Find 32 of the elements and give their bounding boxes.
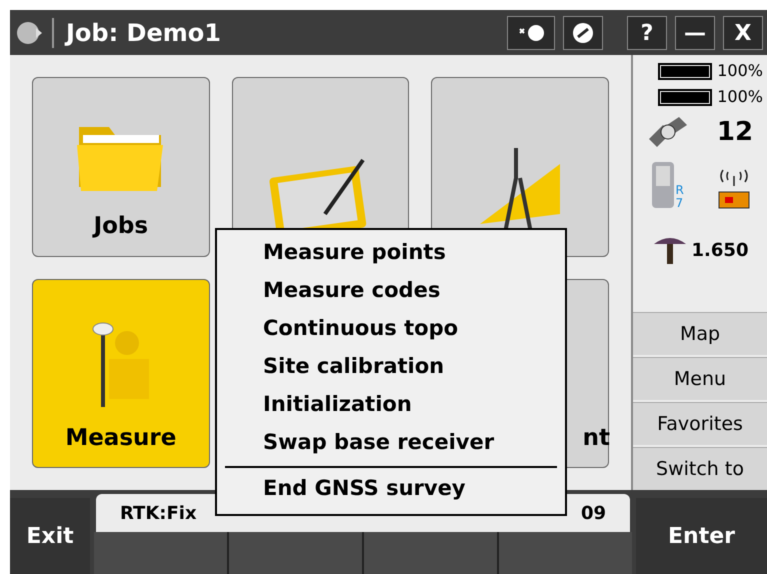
status-text: 09 <box>580 502 606 526</box>
side-button[interactable]: Switch to <box>633 447 767 490</box>
battery-reading: 100% <box>717 86 763 108</box>
receiver-model-label: R7 <box>676 184 684 210</box>
enter-softkey[interactable]: Enter <box>636 498 767 574</box>
satellite-count: 12 <box>716 116 754 149</box>
menu-item[interactable]: Initialization <box>217 386 565 424</box>
menu-item[interactable]: Site calibration <box>217 348 565 386</box>
window-control-button[interactable]: X <box>723 16 763 50</box>
window-control-button[interactable]: — <box>675 16 715 50</box>
window-title: Job: Demo1 <box>66 18 221 48</box>
app-tile[interactable]: Jobs <box>32 77 210 256</box>
exit-softkey[interactable]: Exit <box>10 498 90 574</box>
status-text: RTK:Fix <box>120 502 197 526</box>
menu-item[interactable]: Measure codes <box>217 272 565 310</box>
menu-item[interactable]: Measure points <box>217 234 565 272</box>
window-control-button[interactable]: ? <box>627 16 667 50</box>
receiver-icon <box>650 160 676 210</box>
side-button[interactable]: Menu <box>633 357 767 400</box>
side-button[interactable]: Map <box>633 312 767 355</box>
battery-reading: 100% <box>717 60 763 82</box>
no-entry-icon <box>572 22 594 44</box>
side-button[interactable]: Favorites <box>633 402 767 445</box>
battery-icon <box>658 88 712 106</box>
app-tile[interactable]: Measure <box>32 278 210 468</box>
menu-item[interactable]: Continuous topo <box>217 310 565 348</box>
disable-button[interactable] <box>563 16 603 50</box>
menu-item[interactable]: Swap base receiver <box>217 424 565 462</box>
antenna-height: 1.650 <box>692 238 748 262</box>
mute-button[interactable] <box>507 16 555 50</box>
menu-item[interactable]: End GNSS survey <box>217 472 565 506</box>
battery-icon <box>658 62 712 80</box>
